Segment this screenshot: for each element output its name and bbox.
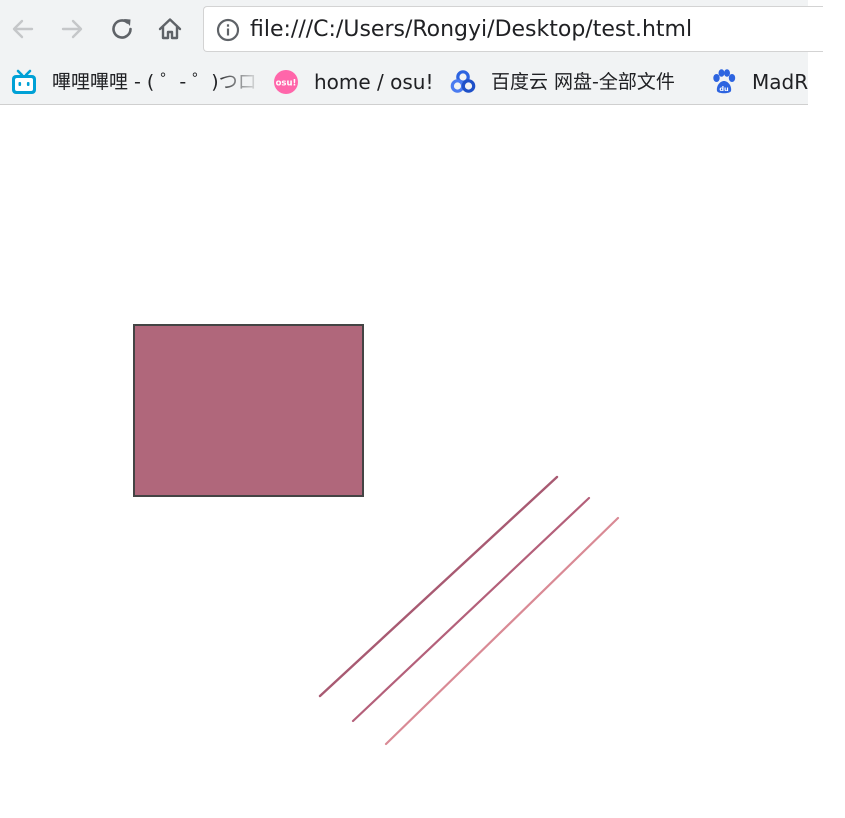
browser-toolbar: file:///C:/Users/Rongyi/Desktop/test.htm…	[0, 0, 823, 60]
bookmark-label: MadR	[752, 70, 808, 94]
bookmark-label: 百度云 网盘-全部文件	[491, 71, 675, 93]
osu-logo-icon: osu!	[272, 68, 300, 96]
forward-button[interactable]	[55, 12, 89, 46]
bilibili-tv-icon	[10, 68, 38, 96]
svg-text:du: du	[719, 85, 729, 93]
back-button[interactable]	[6, 12, 40, 46]
bookmark-baidu[interactable]: du MadR	[710, 60, 808, 104]
address-bar[interactable]: file:///C:/Users/Rongyi/Desktop/test.htm…	[203, 6, 823, 52]
bookmark-osu[interactable]: osu! home / osu!	[272, 60, 434, 104]
canvas-line-3	[384, 516, 620, 746]
info-icon[interactable]	[216, 18, 240, 42]
reload-button[interactable]	[105, 12, 139, 46]
back-arrow-icon	[12, 19, 34, 39]
bookmarks-bar: 嗶哩嗶哩 - ( ゜- ゜)つロ osu! home / osu! 百度云 网盘…	[0, 60, 808, 105]
bookmark-bilibili[interactable]: 嗶哩嗶哩 - ( ゜- ゜)つロ	[10, 60, 255, 104]
baidu-cloud-icon	[449, 68, 477, 96]
reload-icon	[112, 19, 132, 39]
bookmark-fade	[215, 60, 255, 104]
address-bar-url: file:///C:/Users/Rongyi/Desktop/test.htm…	[250, 17, 693, 42]
baidu-paw-icon: du	[710, 68, 738, 96]
home-icon	[158, 18, 182, 40]
canvas-lines	[318, 475, 620, 746]
canvas-line-1	[318, 475, 559, 698]
bookmark-label: home / osu!	[314, 70, 434, 94]
page-content	[0, 106, 808, 818]
svg-text:osu!: osu!	[276, 78, 297, 88]
home-button[interactable]	[153, 12, 187, 46]
forward-arrow-icon	[61, 19, 83, 39]
browser-window: file:///C:/Users/Rongyi/Desktop/test.htm…	[0, 0, 823, 818]
bookmark-baidu-cloud[interactable]: 百度云 网盘-全部文件	[449, 60, 675, 104]
canvas-line-2	[351, 496, 591, 723]
